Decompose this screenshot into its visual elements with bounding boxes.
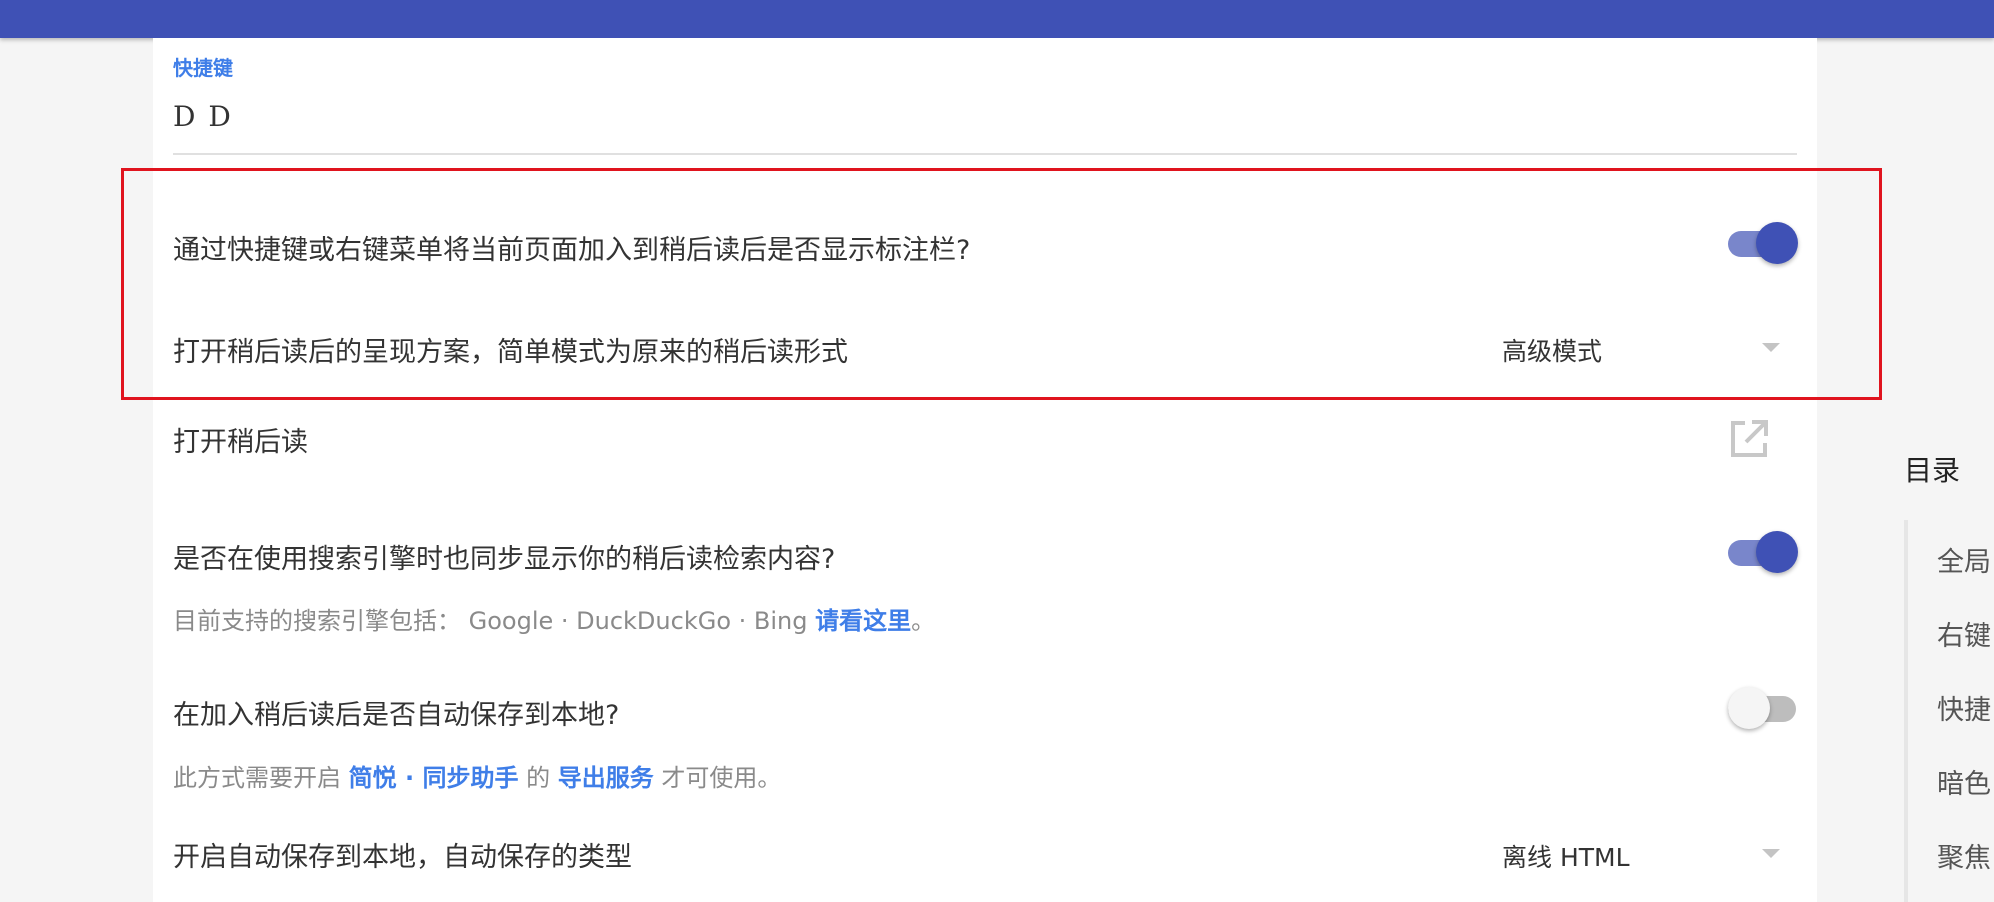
toc-item[interactable]: 全局 [1937, 540, 1991, 579]
auto-save-local-toggle[interactable] [1728, 683, 1798, 733]
chevron-down-icon [1762, 849, 1780, 858]
see-here-link[interactable]: 请看这里 [815, 607, 911, 635]
toc-track [1904, 520, 1908, 902]
export-service-link[interactable]: 导出服务 [558, 764, 654, 792]
shortcut-field-label: 快捷键 [173, 56, 233, 80]
annotation-bar-toggle[interactable] [1728, 218, 1798, 268]
description-period: 。 [911, 607, 936, 635]
toggle-thumb [1756, 222, 1798, 264]
present-mode-selected-value: 高级模式 [1502, 337, 1603, 366]
auto-save-description-suffix: 才可使用。 [653, 764, 782, 792]
toggle-thumb [1756, 531, 1798, 573]
open-external-icon[interactable] [1728, 418, 1770, 460]
annotation-bar-setting-label: 通过快捷键或右键菜单将当前页面加入到稍后读后是否显示标注栏? [173, 235, 971, 266]
auto-save-type-label: 开启自动保存到本地，自动保存的类型 [173, 842, 632, 873]
top-app-bar [0, 0, 1994, 38]
toggle-thumb [1728, 687, 1770, 729]
toc-title: 目录 [1904, 454, 1961, 487]
auto-save-type-select[interactable]: 离线 HTML [1502, 834, 1792, 874]
present-mode-label: 打开稍后读后的呈现方案，简单模式为原来的稍后读形式 [173, 337, 848, 368]
search-sync-description-text: 目前支持的搜索引擎包括： Google · DuckDuckGo · Bing [173, 607, 816, 635]
sync-assistant-link[interactable]: 简悦 · 同步助手 [349, 764, 519, 792]
chevron-down-icon [1762, 343, 1780, 352]
toc-item[interactable]: 右键 [1937, 614, 1991, 653]
shortcut-input[interactable]: D D [173, 100, 233, 133]
present-mode-select[interactable]: 高级模式 [1502, 328, 1792, 368]
auto-save-description-mid: 的 [518, 764, 558, 792]
shortcut-input-underline [173, 153, 1797, 155]
search-sync-label: 是否在使用搜索引擎时也同步显示你的稍后读检索内容? [173, 544, 836, 575]
auto-save-description-prefix: 此方式需要开启 [173, 764, 349, 792]
auto-save-description: 此方式需要开启 简悦 · 同步助手 的 导出服务 才可使用。 [173, 758, 781, 793]
toc-item[interactable]: 聚焦 [1937, 836, 1991, 875]
open-read-later-label: 打开稍后读 [173, 427, 308, 458]
search-sync-toggle[interactable] [1728, 527, 1798, 577]
auto-save-local-label: 在加入稍后读后是否自动保存到本地? [173, 700, 620, 731]
toc-item[interactable]: 暗色 [1937, 762, 1991, 801]
toc-item[interactable]: 快捷 [1937, 688, 1991, 727]
auto-save-type-selected-value: 离线 HTML [1502, 843, 1630, 872]
search-sync-description: 目前支持的搜索引擎包括： Google · DuckDuckGo · Bing … [173, 601, 935, 636]
